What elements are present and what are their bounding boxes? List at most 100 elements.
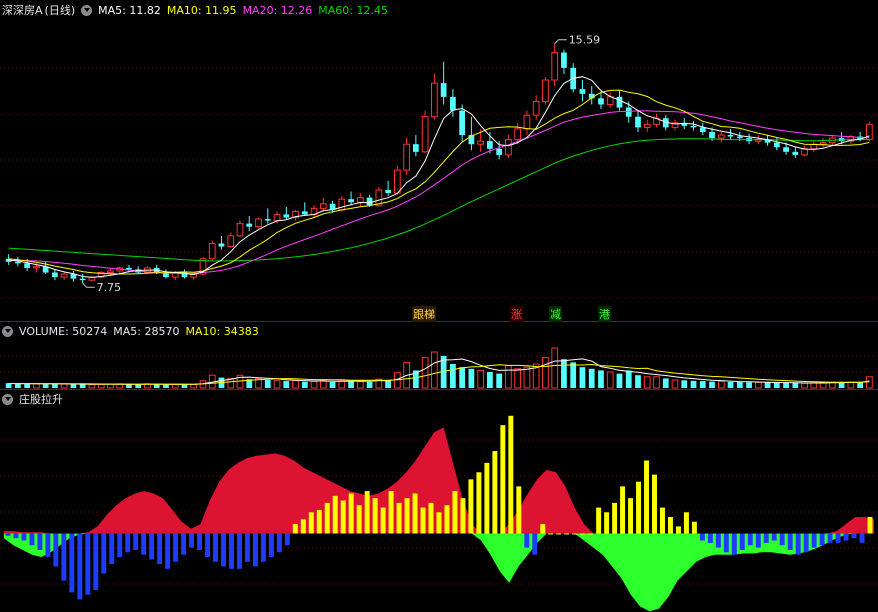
volume-bar-up	[393, 372, 401, 389]
indicator-bar-up	[476, 472, 482, 534]
candle-body-down	[616, 96, 623, 108]
indicator-bar-up	[484, 462, 490, 534]
volume-bar-down	[690, 380, 697, 388]
volume-bar-up	[88, 384, 96, 389]
indicator-bar-up	[667, 517, 673, 534]
candle-body-up	[33, 265, 40, 269]
volume-bar-down	[329, 381, 336, 388]
candle-body-down	[783, 147, 789, 152]
ma5-label: MA5: 11.82	[98, 3, 161, 17]
indicator-bar-down	[803, 533, 809, 553]
volume-bar-down	[487, 372, 493, 388]
candle-body-up	[60, 273, 68, 278]
candle-body-down	[792, 151, 799, 155]
indicator-bar-up	[388, 491, 394, 534]
indicator-bar-up	[675, 526, 681, 534]
indicator-bar-down	[45, 533, 51, 558]
candle-body-down	[218, 243, 225, 247]
candle-body-down	[487, 141, 493, 149]
indicator-bar-down	[699, 533, 705, 541]
indicator-bar-up	[348, 493, 354, 534]
volume-bar-down	[163, 384, 169, 388]
volume-bar-down	[764, 382, 771, 388]
candle-body-down	[385, 190, 391, 194]
indicator-bar-down	[85, 533, 91, 595]
indicator-bar-down	[747, 533, 753, 546]
indicator-pane: 庄股拉升	[0, 390, 878, 612]
candle-body-up	[717, 134, 725, 139]
candle-body-down	[283, 214, 290, 218]
indicator-bar-down	[37, 533, 43, 550]
volume-bar-down	[135, 384, 142, 388]
indicator-bar-up	[572, 533, 578, 535]
indicator-bar-down	[141, 533, 147, 555]
indicator-bar-up	[460, 498, 466, 534]
chevron-down-icon[interactable]	[2, 325, 13, 337]
volume-bar-up	[431, 351, 438, 389]
candle-body-up	[801, 148, 808, 156]
indicator-bar-up	[867, 517, 873, 534]
candle-body-up	[431, 82, 438, 118]
indicator-bar-down	[771, 533, 777, 541]
indicator-bar-down	[532, 533, 538, 555]
candle-body-down	[727, 135, 734, 137]
indicator-bar-down	[229, 533, 234, 569]
candle-body-down	[579, 89, 586, 94]
volume-bar-down	[450, 364, 456, 388]
volume-bar-down	[153, 384, 160, 388]
indicator-bar-down	[205, 533, 211, 558]
volume-bar-up	[310, 380, 318, 389]
price-pane: 深深房A (日线) MA5: 11.82 MA10: 11.95 MA20: 1…	[0, 0, 878, 322]
candle-body-down	[561, 52, 567, 68]
indicator-bar-up	[468, 479, 474, 534]
candle-body-up	[273, 213, 281, 222]
volume-bar-down	[24, 383, 31, 388]
candle-body-up	[523, 114, 531, 130]
volume-bar-down	[727, 381, 734, 388]
volume-bar-down	[79, 384, 86, 388]
volume-bar-up	[477, 369, 485, 389]
volume-bar-up	[171, 383, 179, 389]
volume-bar-down	[459, 367, 466, 388]
indicator-bar-up	[580, 533, 586, 535]
candle-body-down	[15, 261, 21, 264]
indicator-bar-up	[380, 507, 386, 534]
indicator-bar-up	[596, 507, 602, 534]
indicator-bar-up	[420, 507, 426, 534]
volume-bar-up	[60, 383, 68, 389]
volume-bar-down	[598, 370, 604, 388]
volume-bar-up	[671, 379, 679, 389]
indicator-bar-down	[221, 533, 226, 567]
candle-body-up	[421, 116, 429, 153]
indicator-chart	[0, 415, 878, 612]
indicator-bar-down	[13, 533, 19, 539]
indicator-bar-up	[652, 474, 657, 534]
candle-body-up	[393, 169, 401, 194]
indicator-bar-up	[452, 491, 458, 534]
volume-bar-down	[681, 380, 688, 388]
chevron-down-icon[interactable]	[2, 393, 13, 405]
indicator-bar-up	[316, 509, 322, 534]
indicator-bar-up	[556, 533, 562, 535]
high-marker	[554, 39, 567, 45]
volume-bar-down	[126, 384, 132, 388]
volume-bar-up	[356, 381, 364, 389]
indicator-bar-down	[859, 533, 865, 543]
volume-bar-down	[181, 384, 188, 388]
indicator-bar-down	[787, 533, 793, 550]
signal-label-3: 减	[549, 306, 562, 322]
volume-bar-up	[292, 380, 299, 389]
volume-bar-down	[857, 382, 863, 388]
volume-bar-up	[551, 347, 559, 389]
indicator-bar-up	[620, 486, 626, 534]
volume-bar-down	[570, 362, 577, 388]
indicator-bar-up	[428, 502, 434, 534]
indicator-bar-up	[300, 519, 306, 534]
indicator-bar-up	[372, 498, 378, 534]
candle-body-up	[107, 270, 114, 274]
indicator-bar-down	[723, 533, 729, 553]
indicator-bar-down	[252, 533, 258, 567]
volume-bar-up	[653, 376, 660, 389]
indicator-bar-down	[707, 533, 713, 543]
chevron-down-icon[interactable]	[81, 4, 93, 16]
